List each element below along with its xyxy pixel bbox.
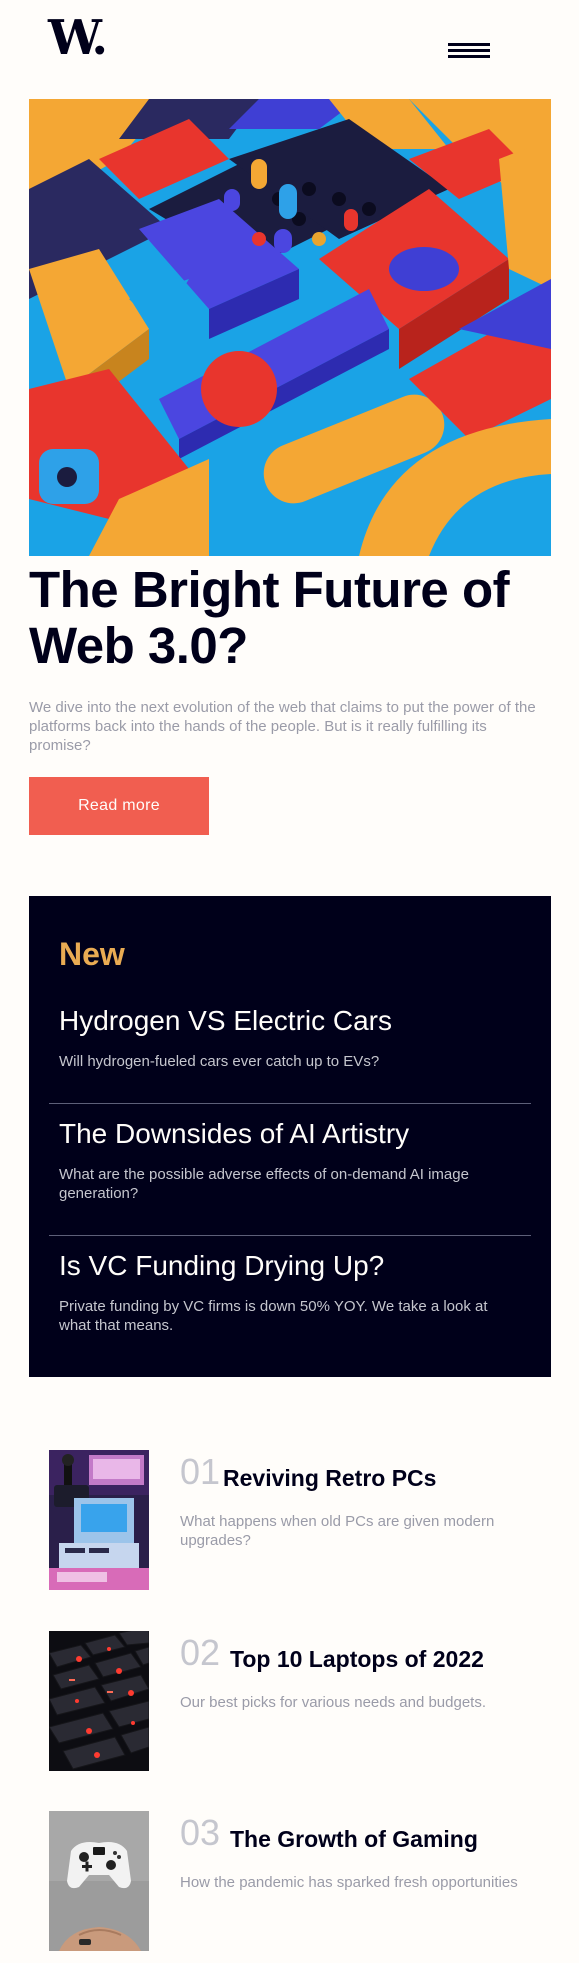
new-item-title[interactable]: Hydrogen VS Electric Cars — [59, 1004, 521, 1038]
retro-pc-thumbnail[interactable] — [49, 1450, 149, 1590]
site-header: W. — [0, 0, 579, 100]
new-heading: New — [59, 936, 125, 972]
article-number: 03 — [180, 1812, 221, 1853]
new-item[interactable]: The Downsides of AI Artistry What are th… — [59, 1117, 521, 1203]
menu-bar — [448, 55, 490, 58]
new-item-description: Private funding by VC firms is down 50% … — [59, 1298, 488, 1334]
article-title[interactable]: The Growth of Gaming — [230, 1825, 478, 1853]
divider — [49, 1235, 531, 1236]
read-more-button[interactable]: Read more — [29, 777, 209, 835]
menu-bar — [448, 49, 490, 52]
article-title[interactable]: Reviving Retro PCs — [223, 1464, 436, 1492]
new-item[interactable]: Hydrogen VS Electric Cars Will hydrogen-… — [59, 1004, 521, 1071]
hero-image — [29, 99, 551, 556]
laptop-keyboard-thumbnail[interactable] — [49, 1631, 149, 1771]
site-logo[interactable]: W. — [48, 14, 108, 62]
hero-title: The Bright Future of Web 3.0? — [29, 561, 510, 674]
hero-description: We dive into the next evolution of the w… — [29, 699, 536, 754]
article-number: 01 — [180, 1451, 221, 1492]
new-item[interactable]: Is VC Funding Drying Up? Private funding… — [59, 1249, 521, 1335]
article-description: What happens when old PCs are given mode… — [180, 1513, 495, 1549]
hamburger-menu-icon[interactable] — [448, 40, 490, 64]
new-item-title[interactable]: The Downsides of AI Artistry — [59, 1117, 521, 1151]
article-description: Our best picks for various needs and bud… — [180, 1694, 487, 1711]
new-item-description: Will hydrogen-fueled cars ever catch up … — [59, 1053, 380, 1070]
game-controller-thumbnail[interactable] — [49, 1811, 149, 1951]
article-title[interactable]: Top 10 Laptops of 2022 — [230, 1645, 484, 1673]
article-number: 02 — [180, 1632, 221, 1673]
new-item-description: What are the possible adverse effects of… — [59, 1166, 469, 1202]
menu-bar — [448, 43, 490, 46]
article-card[interactable]: 02 Top 10 Laptops of 2022 Our best picks… — [49, 1631, 529, 1771]
new-articles-panel: New Hydrogen VS Electric Cars Will hydro… — [29, 896, 551, 1377]
article-description: How the pandemic has sparked fresh oppor… — [180, 1874, 518, 1891]
new-item-title[interactable]: Is VC Funding Drying Up? — [59, 1249, 521, 1283]
divider — [49, 1103, 531, 1104]
article-card[interactable]: 03 The Growth of Gaming How the pandemic… — [49, 1811, 529, 1951]
article-card[interactable]: 01 Reviving Retro PCs What happens when … — [49, 1450, 529, 1590]
